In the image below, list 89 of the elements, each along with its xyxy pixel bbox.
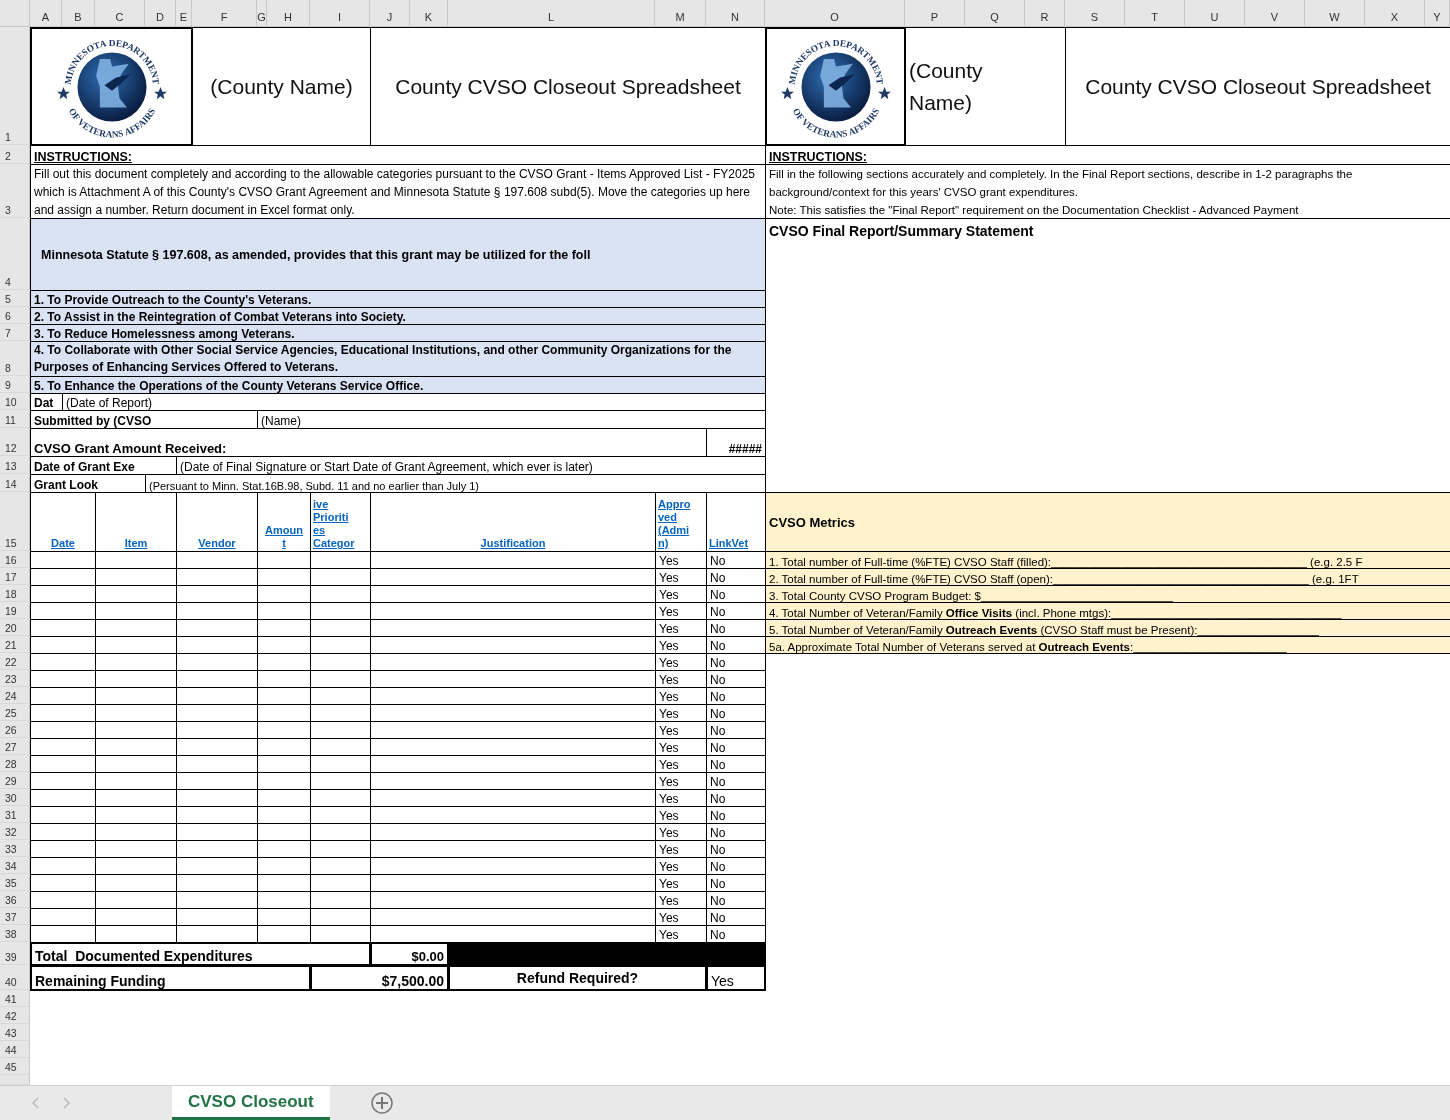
column-header[interactable]: I: [310, 0, 370, 27]
column-header[interactable]: B: [62, 0, 95, 27]
column-header[interactable]: V: [1245, 0, 1305, 27]
row-header[interactable]: 15: [0, 492, 30, 551]
remaining-value: $7,500.00: [310, 965, 449, 991]
row-header[interactable]: 7: [0, 324, 30, 341]
column-header[interactable]: K: [410, 0, 448, 27]
row-header[interactable]: 34: [0, 857, 30, 874]
previous-sheet-icon[interactable]: [32, 1097, 40, 1109]
instructions-text: Fill in the following sections accurately and completely. In the Final Report sections, describe in 1-2 paragraphs the background/context for this years' CVSO grant expenditures.: [769, 167, 1354, 200]
purpose-item: 2. To Assist in the Reintegration of Combat Veterans into Society.: [30, 307, 766, 325]
column-header[interactable]: U: [1185, 0, 1245, 27]
column-header[interactable]: S: [1065, 0, 1125, 27]
row-header[interactable]: 21: [0, 636, 30, 653]
column-header[interactable]: P: [905, 0, 965, 27]
row-header[interactable]: 4: [0, 218, 30, 290]
row-header[interactable]: 10: [0, 393, 30, 410]
select-all-corner[interactable]: [0, 0, 30, 27]
row-header[interactable]: 18: [0, 585, 30, 602]
row-header[interactable]: 44: [0, 1041, 30, 1058]
row-header[interactable]: 37: [0, 908, 30, 925]
row-header[interactable]: 8: [0, 341, 30, 376]
row-header[interactable]: 16: [0, 551, 30, 568]
row-header[interactable]: 45: [0, 1058, 30, 1075]
row-header[interactable]: 35: [0, 874, 30, 891]
column-header[interactable]: T: [1125, 0, 1185, 27]
column-header[interactable]: W: [1305, 0, 1365, 27]
row-header[interactable]: 36: [0, 891, 30, 908]
column-header[interactable]: Y: [1425, 0, 1450, 27]
row-header[interactable]: [0, 1075, 30, 1085]
row-header[interactable]: 22: [0, 653, 30, 670]
refund-label: Refund Required?: [448, 965, 707, 991]
row-header[interactable]: 38: [0, 925, 30, 942]
purpose-item: 3. To Reduce Homelessness among Veterans.: [30, 324, 766, 342]
row-header[interactable]: 20: [0, 619, 30, 636]
row-header[interactable]: 29: [0, 772, 30, 789]
row-header[interactable]: 5: [0, 290, 30, 307]
row-header[interactable]: 41: [0, 990, 30, 1007]
row-header[interactable]: 3: [0, 164, 30, 218]
row-header[interactable]: 25: [0, 704, 30, 721]
column-header[interactable]: L: [448, 0, 655, 27]
next-sheet-icon[interactable]: [62, 1097, 70, 1109]
column-header[interactable]: C: [95, 0, 145, 27]
purpose-item: 5. To Enhance the Operations of the County Veterans Service Office.: [30, 376, 766, 394]
sheet-tab[interactable]: CVSO Closeout: [172, 1086, 330, 1120]
row-header[interactable]: 9: [0, 376, 30, 393]
row-header[interactable]: 30: [0, 789, 30, 806]
row-header[interactable]: 2: [0, 145, 30, 164]
row-header[interactable]: 11: [0, 410, 30, 428]
column-header[interactable]: N: [706, 0, 765, 27]
refund-value: Yes: [706, 965, 766, 991]
row-header[interactable]: 42: [0, 1007, 30, 1024]
column-header[interactable]: A: [30, 0, 62, 27]
row-header[interactable]: 40: [0, 965, 30, 990]
row-header[interactable]: 43: [0, 1024, 30, 1041]
row-header[interactable]: 24: [0, 687, 30, 704]
column-header[interactable]: D: [145, 0, 176, 27]
row-header[interactable]: 32: [0, 823, 30, 840]
row-header[interactable]: 26: [0, 721, 30, 738]
instructions-text: Note: This satisfies the "Final Report" requirement on the Documentation Checklist - Advanced Payment: [769, 203, 1300, 218]
row-header[interactable]: 27: [0, 738, 30, 755]
column-header[interactable]: O: [765, 0, 905, 27]
column-header[interactable]: F: [192, 0, 257, 27]
row-header[interactable]: 28: [0, 755, 30, 772]
row-header[interactable]: 31: [0, 806, 30, 823]
column-header[interactable]: E: [176, 0, 192, 27]
row-header[interactable]: 6: [0, 307, 30, 324]
statute-text: Minnesota Statute § 197.608, as amended, provides that this grant may be utilized for the foll: [30, 218, 766, 291]
column-header[interactable]: X: [1365, 0, 1425, 27]
column-header[interactable]: Q: [965, 0, 1025, 27]
row-header[interactable]: 14: [0, 474, 30, 492]
row-header[interactable]: 39: [0, 942, 30, 965]
row-header[interactable]: 17: [0, 568, 30, 585]
remaining-label: Remaining Funding: [30, 965, 311, 991]
metrics-heading: CVSO Metrics: [765, 492, 1450, 552]
row-header[interactable]: 23: [0, 670, 30, 687]
purpose-item: 4. To Collaborate with Other Social Service Agencies, Educational Institutions, and other Community Organizations for the Purposes of Enhancing Services Offered to Veterans.: [30, 341, 766, 377]
row-header[interactable]: 12: [0, 428, 30, 456]
column-header[interactable]: J: [370, 0, 410, 27]
total-value: $0.00: [370, 942, 449, 966]
row-header[interactable]: 19: [0, 602, 30, 619]
row-header[interactable]: 33: [0, 840, 30, 857]
column-header[interactable]: H: [267, 0, 310, 27]
purpose-item: 1. To Provide Outreach to the County's Veterans.: [30, 290, 766, 308]
column-header[interactable]: M: [655, 0, 706, 27]
row-header[interactable]: 1: [0, 27, 30, 145]
column-header[interactable]: R: [1025, 0, 1065, 27]
row-header[interactable]: 13: [0, 456, 30, 474]
total-label: Total Documented Expenditures: [30, 942, 371, 966]
